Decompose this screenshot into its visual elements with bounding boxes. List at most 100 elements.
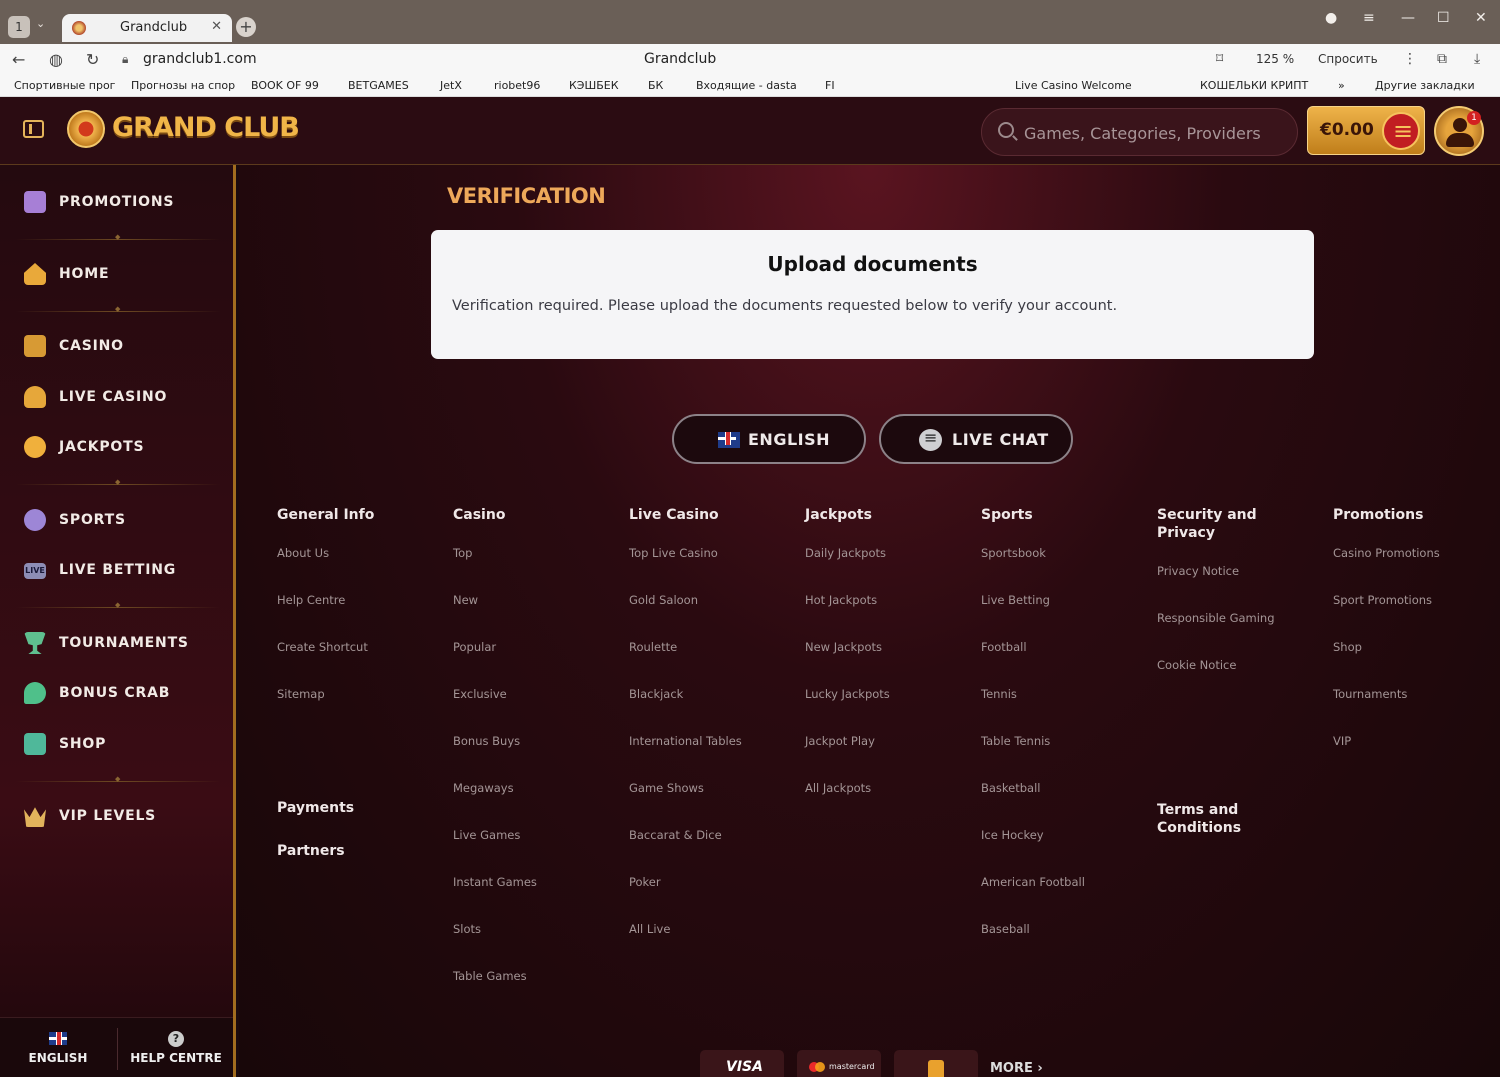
bookmark-item[interactable]: riobet96 (494, 79, 540, 92)
footer-link[interactable]: Popular (453, 640, 496, 654)
footer-link[interactable]: Table Tennis (981, 734, 1050, 748)
bookmark-item[interactable]: Спортивные прог (14, 79, 115, 92)
footer-link[interactable]: Sitemap (277, 687, 325, 701)
chevron-down-icon[interactable]: ⌄ (36, 17, 45, 30)
footer-link[interactable]: Shop (1333, 640, 1362, 654)
footer-link[interactable]: Table Games (453, 969, 527, 983)
footer-link[interactable]: Slots (453, 922, 481, 936)
footer-link[interactable]: Game Shows (629, 781, 704, 795)
sidebar-item-live-casino[interactable]: LIVE CASINO (24, 386, 224, 410)
browser-tab[interactable]: Grandclub ✕ (62, 14, 232, 42)
shield-icon[interactable]: ◍ (49, 50, 63, 69)
search-box[interactable] (981, 108, 1298, 156)
sidebar-item-shop[interactable]: SHOP (24, 733, 224, 757)
footer-link[interactable]: Megaways (453, 781, 514, 795)
download-icon[interactable]: ⤓ (1474, 51, 1480, 67)
sidebar-item-promotions[interactable]: PROMOTIONS (24, 191, 224, 215)
bookmark-item[interactable]: БК (648, 79, 663, 92)
bookmark-item[interactable]: Live Casino Welcome (1015, 79, 1132, 92)
footer-link[interactable]: Help Centre (277, 593, 345, 607)
footer-link[interactable]: About Us (277, 546, 329, 560)
sidebar-item-jackpots[interactable]: JACKPOTS (24, 436, 224, 460)
footer-link[interactable]: Exclusive (453, 687, 507, 701)
footer-link[interactable]: Live Betting (981, 593, 1050, 607)
maximize-icon[interactable]: ☐ (1437, 10, 1450, 26)
sidebar-item-vip-levels[interactable]: VIP LEVELS (24, 805, 224, 829)
window-close-icon[interactable]: ✕ (1475, 10, 1487, 26)
footer-terms-link[interactable]: Terms and Conditions (1157, 801, 1257, 837)
footer-link[interactable]: Instant Games (453, 875, 537, 889)
footer-link[interactable]: Live Games (453, 828, 520, 842)
footer-link[interactable]: Bonus Buys (453, 734, 520, 748)
lock-icon[interactable]: 🔒︎ (122, 52, 128, 67)
footer-link[interactable]: Baccarat & Dice (629, 828, 722, 842)
logo-icon[interactable] (67, 110, 105, 148)
bookmark-item[interactable]: КОШЕЛЬКИ КРИПТ (1200, 79, 1308, 92)
minimize-icon[interactable]: — (1401, 10, 1415, 26)
sidebar-item-home[interactable]: HOME (24, 263, 224, 287)
bookmark-item[interactable]: BOOK OF 99 (251, 79, 319, 92)
sidebar-item-sports[interactable]: SPORTS (24, 509, 224, 533)
footer-link[interactable]: Responsible Gaming (1157, 611, 1275, 625)
sidebar-item-bonus-crab[interactable]: BONUS CRAB (24, 682, 224, 706)
bookmark-item[interactable]: КЭШБЕК (569, 79, 619, 92)
reload-icon[interactable]: ↻ (86, 50, 99, 69)
language-button[interactable]: ENGLISH (672, 414, 866, 464)
menu-icon[interactable]: ≡ (1363, 10, 1375, 26)
footer-link[interactable]: Top Live Casino (629, 546, 718, 560)
sidebar-toggle-icon[interactable] (23, 120, 44, 138)
bookmark-item[interactable]: FI (825, 79, 835, 92)
bookmark-other[interactable]: Другие закладки (1375, 79, 1475, 92)
footer-link[interactable]: All Jackpots (805, 781, 871, 795)
bookmark-icon[interactable]: ⌑ (1216, 51, 1223, 67)
balance-button[interactable]: €0.00 (1307, 106, 1425, 155)
footer-link[interactable]: VIP (1333, 734, 1351, 748)
footer-link[interactable]: Privacy Notice (1157, 564, 1239, 578)
footer-link[interactable]: Basketball (981, 781, 1041, 795)
search-input[interactable] (1024, 121, 1284, 145)
footer-link[interactable]: Create Shortcut (277, 640, 368, 654)
close-icon[interactable]: ✕ (211, 19, 222, 34)
url-field[interactable]: grandclub1.com (143, 51, 257, 67)
logo-text[interactable]: GRAND CLUB (112, 112, 300, 143)
footer-link[interactable]: Ice Hockey (981, 828, 1044, 842)
footer-link[interactable]: Sportsbook (981, 546, 1046, 560)
live-chat-button[interactable]: LIVE CHAT (879, 414, 1073, 464)
footer-link[interactable]: Tournaments (1333, 687, 1407, 701)
footer-link[interactable]: Jackpot Play (805, 734, 875, 748)
footer-link[interactable]: Cookie Notice (1157, 658, 1236, 672)
footer-link[interactable]: New (453, 593, 478, 607)
footer-link[interactable]: Lucky Jackpots (805, 687, 890, 701)
tab-counter[interactable]: 1 (8, 16, 30, 38)
sidebar-item-casino[interactable]: CASINO (24, 335, 224, 359)
ask-button[interactable]: Спросить (1318, 52, 1378, 66)
footer-link[interactable]: Football (981, 640, 1027, 654)
new-tab-button[interactable]: + (236, 17, 256, 37)
profile-icon[interactable]: ● (1325, 10, 1337, 26)
more-vertical-icon[interactable]: ⋮ (1403, 51, 1417, 67)
bookmark-item[interactable]: JetX (440, 79, 462, 92)
bookmark-overflow[interactable]: » (1338, 79, 1345, 92)
footer-link[interactable]: Hot Jackpots (805, 593, 877, 607)
footer-link[interactable]: All Live (629, 922, 670, 936)
more-payments-link[interactable]: MORE › (990, 1061, 1043, 1076)
footer-link[interactable]: Sport Promotions (1333, 593, 1432, 607)
footer-link[interactable]: American Football (981, 875, 1085, 889)
footer-link[interactable]: Roulette (629, 640, 677, 654)
zoom-level[interactable]: 125 % (1256, 52, 1294, 66)
bookmark-item[interactable]: BETGAMES (348, 79, 409, 92)
footer-link[interactable]: International Tables (629, 734, 742, 748)
sidebar-item-tournaments[interactable]: TOURNAMENTS (24, 632, 224, 656)
extensions-icon[interactable]: ⧉ (1437, 51, 1447, 67)
footer-partners-link[interactable]: Partners (277, 842, 345, 860)
bookmark-item[interactable]: Прогнозы на спор (131, 79, 235, 92)
footer-link[interactable]: Baseball (981, 922, 1030, 936)
footer-link[interactable]: Gold Saloon (629, 593, 698, 607)
footer-payments-link[interactable]: Payments (277, 799, 354, 817)
sidebar-help-button[interactable]: ? HELP CENTRE (118, 1018, 234, 1077)
footer-link[interactable]: Tennis (981, 687, 1017, 701)
footer-link[interactable]: Top (453, 546, 472, 560)
footer-link[interactable]: Poker (629, 875, 661, 889)
avatar[interactable]: 1 (1434, 106, 1484, 156)
sidebar-language-button[interactable]: ENGLISH (0, 1018, 116, 1077)
